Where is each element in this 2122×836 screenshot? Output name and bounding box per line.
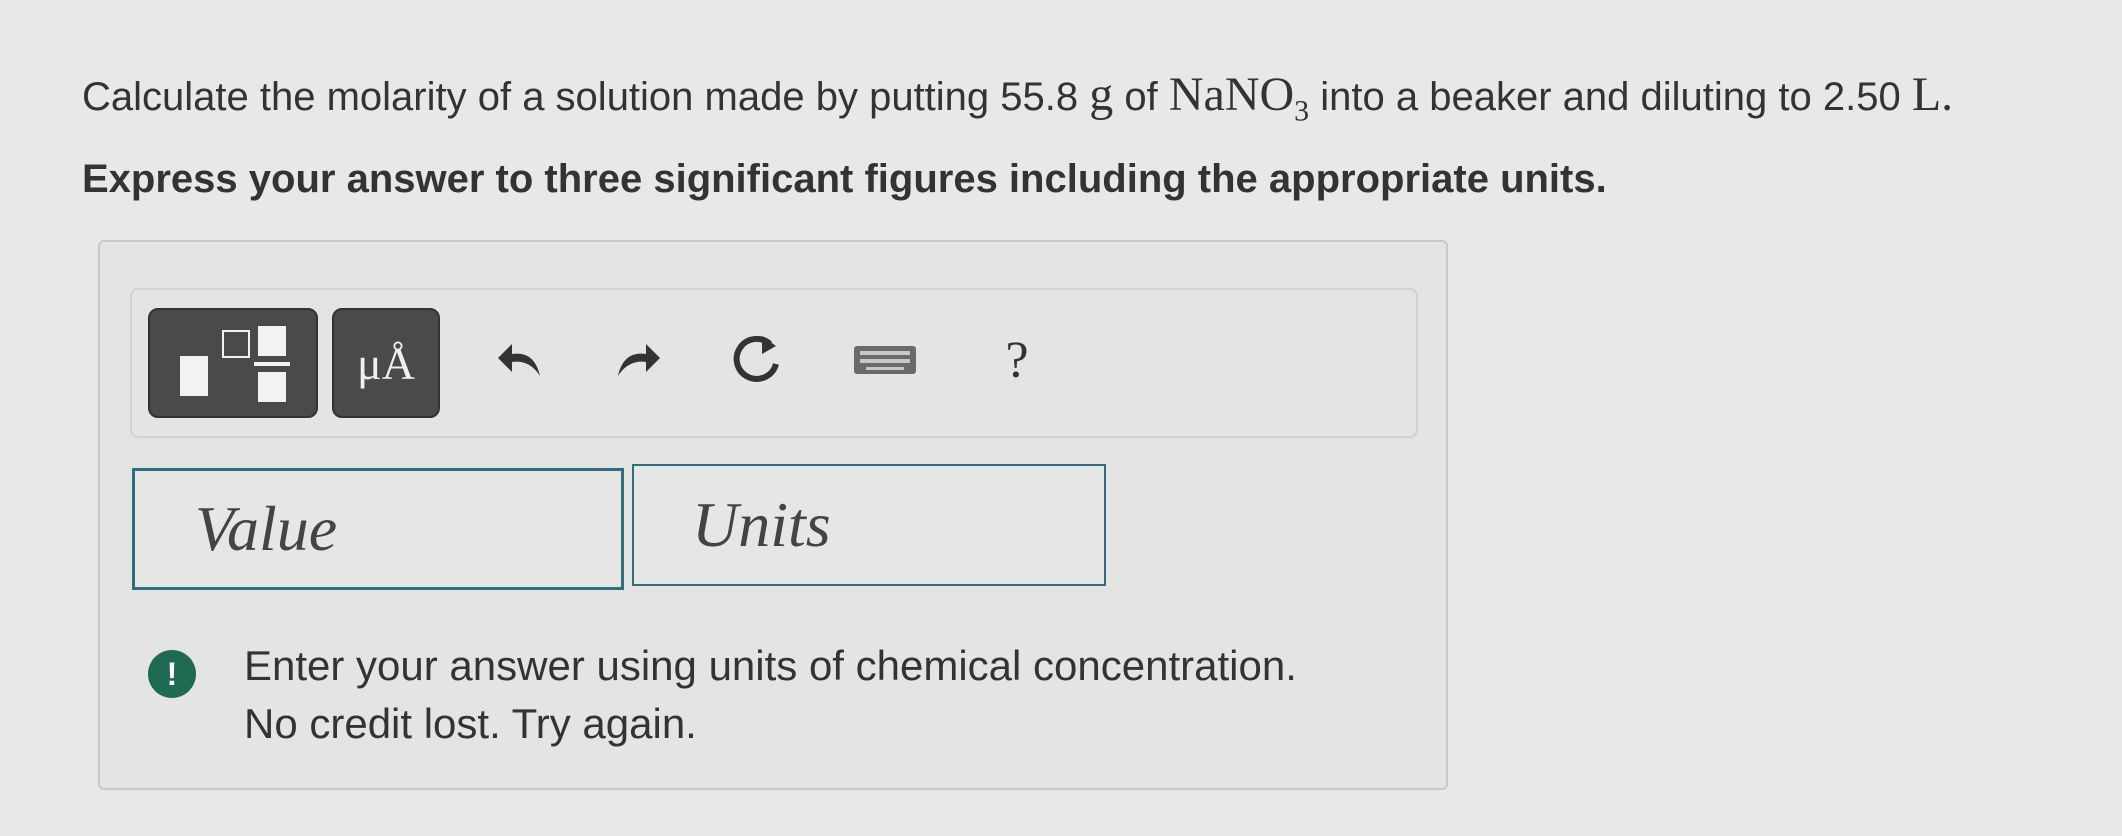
value-input[interactable]: Value <box>132 468 624 590</box>
question-middle: into a beaker and diluting to 2.50 <box>1320 75 1901 119</box>
question-prefix: Calculate the molarity of a solution mad… <box>82 75 1079 119</box>
help-button[interactable]: ? <box>992 320 1042 400</box>
redo-icon <box>618 344 660 376</box>
keyboard-button[interactable] <box>850 320 920 400</box>
feedback-line-2: No credit lost. Try again. <box>244 700 697 747</box>
mass-unit: g <box>1089 68 1114 121</box>
volume-unit: L. <box>1911 68 1954 121</box>
value-placeholder: Value <box>195 493 338 564</box>
compound-main: NaNO <box>1168 68 1295 121</box>
compound-subscript: 3 <box>1294 94 1310 128</box>
feedback-line-1: Enter your answer using units of chemica… <box>244 642 1297 689</box>
units-button[interactable]: μÅ <box>332 308 440 418</box>
question-of: of <box>1124 75 1158 119</box>
undo-button[interactable] <box>492 320 552 400</box>
undo-icon <box>498 344 540 376</box>
reset-icon <box>733 335 779 382</box>
alert-icon: ! <box>148 650 196 698</box>
keyboard-icon <box>854 346 916 374</box>
help-icon: ? <box>1005 331 1029 389</box>
units-symbol-icon: μÅ <box>357 337 415 389</box>
math-toolbar: μÅ ? <box>130 288 1418 438</box>
answer-instruction: Express your answer to three significant… <box>82 157 1607 201</box>
reset-button[interactable] <box>726 320 790 400</box>
compound-formula: NaNO3 <box>1168 68 1309 128</box>
answer-panel: μÅ ? Value Units ! Enter your answer usi… <box>98 240 1448 790</box>
units-placeholder: Units <box>692 489 831 560</box>
templates-button[interactable] <box>148 308 318 418</box>
units-input[interactable]: Units <box>632 464 1106 586</box>
redo-button[interactable] <box>606 320 666 400</box>
question-text: Calculate the molarity of a solution mad… <box>82 66 1953 130</box>
